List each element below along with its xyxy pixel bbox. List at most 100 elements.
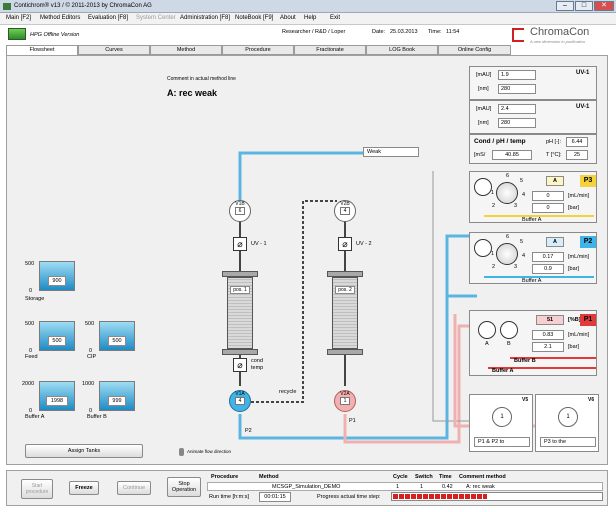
uv2-mau-value: 2.4 bbox=[498, 104, 536, 114]
valve-v1b[interactable]: V1B 6 bbox=[229, 200, 251, 222]
tab-log-book[interactable]: LOG Book bbox=[366, 45, 438, 55]
pump-p1-pressure-unit: [bar] bbox=[568, 344, 580, 350]
pump-p1-panel: A B 51 [%B] P1 0.83 [mL/min] 2.1 [bar] B… bbox=[469, 310, 597, 376]
info-bar: HPG Offline Version Researcher / R&D / L… bbox=[0, 25, 616, 45]
stop-operation-button[interactable]: Stop Operation bbox=[167, 477, 201, 497]
time-value: 11:54 bbox=[446, 29, 460, 35]
menu-system-center[interactable]: System Center bbox=[136, 15, 176, 21]
pump-p2-dial[interactable] bbox=[496, 243, 518, 265]
valve-v1a-name: V1A bbox=[235, 391, 245, 397]
tank-buffer-b-label: Buffer B bbox=[87, 414, 107, 420]
menu-administration[interactable]: Administration [F8] bbox=[180, 15, 230, 21]
tank-feed[interactable]: 500 bbox=[39, 321, 75, 351]
column1-bottom-cap bbox=[222, 349, 258, 355]
start-procedure-button[interactable]: Start procedure bbox=[21, 479, 53, 499]
tank-buffer-b[interactable]: 999 bbox=[99, 381, 135, 411]
pump-p3-pressure-unit: [bar] bbox=[568, 205, 580, 211]
weak-output-field: Weak bbox=[363, 147, 419, 157]
tank-buffer-a-scale-top: 2000 bbox=[22, 381, 35, 387]
pump-p3-channel: A bbox=[546, 176, 564, 186]
pump-p2-dial-2: 2 bbox=[492, 264, 496, 270]
menu-main[interactable]: Main [F2] bbox=[6, 15, 31, 21]
pump-p3-dial-5: 5 bbox=[520, 178, 524, 184]
valve-v1a[interactable]: V1A 4 bbox=[229, 390, 251, 412]
menu-evaluation[interactable]: Evaluation [F8] bbox=[88, 15, 128, 21]
valve-v5-dial[interactable]: 1 bbox=[492, 407, 512, 427]
tank-buffer-a[interactable]: 1998 bbox=[39, 381, 75, 411]
procedure-row: MCSGP_Simulation_DEMO 1 1 0.42 A: rec we… bbox=[207, 482, 603, 491]
valve-v2b[interactable]: V2B 4 bbox=[334, 200, 356, 222]
valve-v2a[interactable]: V2A 1 bbox=[334, 390, 356, 412]
tab-curves[interactable]: Curves bbox=[78, 45, 150, 55]
freeze-button[interactable]: Freeze bbox=[69, 481, 99, 495]
tab-fractionate[interactable]: Fractionate bbox=[294, 45, 366, 55]
menu-notebook[interactable]: NoteBook [F9] bbox=[235, 15, 273, 21]
menu-about[interactable]: About bbox=[280, 15, 296, 21]
column-pos1-label: pos. 1 bbox=[230, 286, 250, 294]
col-time-header: Time bbox=[439, 474, 452, 480]
tank-buffer-a-value: 1998 bbox=[46, 396, 68, 406]
menu-help[interactable]: Help bbox=[304, 15, 316, 21]
pump-p2-dial-3: 3 bbox=[514, 264, 518, 270]
valve-v1a-value: 4 bbox=[235, 397, 245, 405]
animate-toggle[interactable] bbox=[179, 448, 184, 456]
pump-p2-dial-5: 5 bbox=[520, 239, 524, 245]
pump-p3-dial[interactable] bbox=[496, 182, 518, 204]
procedure-row-comment: A: rec weak bbox=[466, 484, 495, 490]
pump-p3-flow-unit: [mL/min] bbox=[568, 193, 590, 199]
tab-flowsheet[interactable]: Flowsheet bbox=[6, 45, 78, 55]
pump-p2-pressure-unit: [bar] bbox=[568, 266, 580, 272]
valve-v6-dial[interactable]: 1 bbox=[558, 407, 578, 427]
temp-label: temp bbox=[251, 365, 264, 371]
runtime-value: 00:01:15 bbox=[259, 492, 291, 502]
col-comment-header: Comment method bbox=[459, 474, 506, 480]
date-label: Date: bbox=[372, 29, 386, 35]
ph-label: pH [-]: bbox=[546, 139, 561, 145]
assign-tanks-button[interactable]: Assign Tanks bbox=[25, 444, 143, 458]
weak-line bbox=[238, 151, 367, 206]
procedure-row-time: 0.42 bbox=[442, 484, 453, 490]
comment-label: Comment in actual method line bbox=[167, 76, 236, 82]
p1-line-label: P1 bbox=[349, 418, 356, 424]
valve-v2a-name: V2A bbox=[340, 391, 350, 397]
tab-online-config[interactable]: Online Config bbox=[438, 45, 511, 55]
pump-p2-dial-1: 1 bbox=[491, 251, 495, 257]
minimize-button[interactable]: – bbox=[556, 1, 574, 11]
continue-button[interactable]: Continue bbox=[117, 481, 151, 495]
tab-procedure[interactable]: Procedure bbox=[222, 45, 294, 55]
column2-bottom-cap bbox=[327, 349, 363, 355]
column-pos2[interactable]: pos. 2 bbox=[332, 277, 358, 349]
cond-unit: [mS/ bbox=[474, 152, 486, 158]
uv1-nm-value: 280 bbox=[498, 84, 536, 94]
app-icon bbox=[3, 3, 11, 10]
valve-v6-id: V6 bbox=[588, 397, 595, 403]
menu-exit[interactable]: Exit bbox=[330, 15, 340, 21]
uv2-mau-unit: [mAU] bbox=[476, 106, 492, 112]
pump-p2-head-icon bbox=[474, 239, 492, 257]
maximize-button[interactable]: □ bbox=[575, 1, 593, 11]
pump-p2-pressure: 0.9 bbox=[532, 264, 564, 274]
tank-cip[interactable]: 500 bbox=[99, 321, 135, 351]
uv2-detector-icon: ⌀ bbox=[338, 237, 352, 251]
p2-line-label: P2 bbox=[245, 428, 252, 434]
uv1-detector-icon: ⌀ bbox=[233, 237, 247, 251]
recycle-line bbox=[251, 200, 337, 403]
procedure-row-method: MCSGP_Simulation_DEMO bbox=[272, 484, 341, 490]
valve-v2b-name: V2B bbox=[340, 201, 350, 207]
menu-bar: Main [F2] Method Editors Evaluation [F8]… bbox=[0, 13, 616, 25]
tank-buffer-b-scale-top: 1000 bbox=[82, 381, 95, 387]
column-pos1[interactable]: pos. 1 bbox=[227, 277, 253, 349]
menu-method-editors[interactable]: Method Editors bbox=[40, 15, 80, 21]
cond-ph-temp-title: Cond / pH / temp bbox=[474, 138, 526, 145]
pump-p2-buffer: Buffer A bbox=[522, 278, 542, 284]
tank-cip-label: CIP bbox=[87, 354, 97, 360]
uv2-nm-value: 280 bbox=[498, 118, 536, 128]
tank-feed-value: 500 bbox=[48, 336, 66, 346]
close-button[interactable]: ✕ bbox=[594, 1, 614, 11]
cond-temp-sensor-icon: ⌀ bbox=[233, 358, 247, 372]
tab-method[interactable]: Method bbox=[150, 45, 222, 55]
tank-storage[interactable]: 900 bbox=[39, 261, 75, 291]
date-value: 25.03.2013 bbox=[390, 29, 418, 35]
time-label: Time: bbox=[428, 29, 442, 35]
brand-name: ChromaCon bbox=[530, 26, 590, 38]
